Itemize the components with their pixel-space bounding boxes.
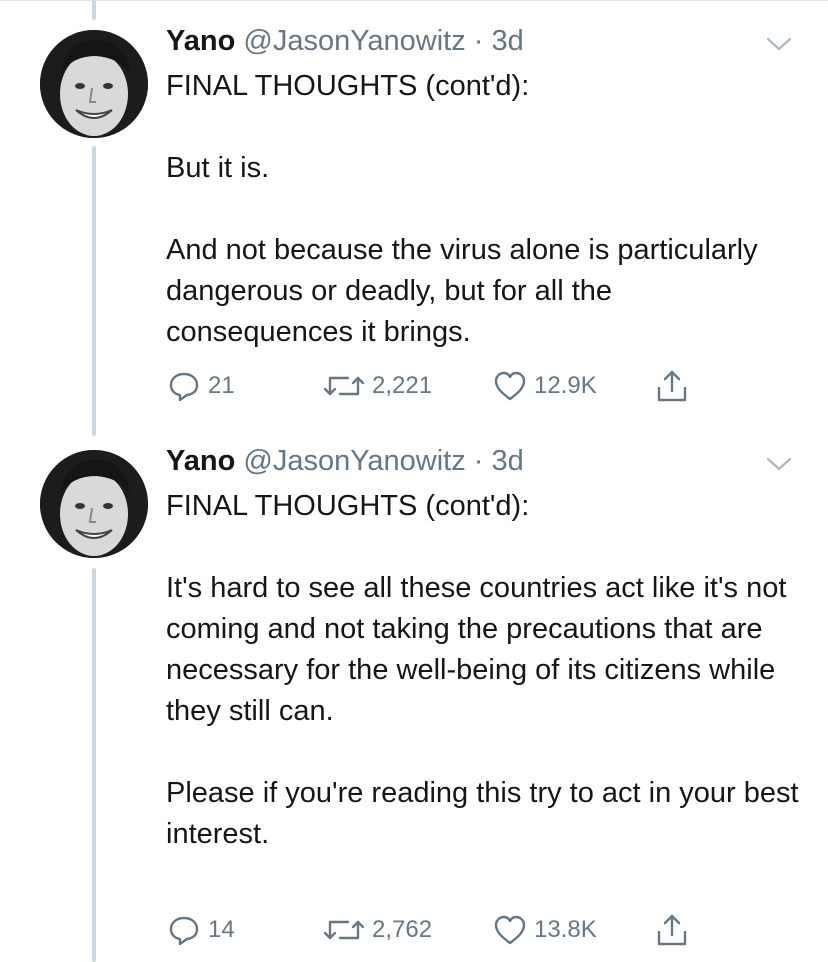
retweet-button[interactable]: 2,762 bbox=[322, 910, 432, 950]
tweet-actions: 21 2,221 12.9K bbox=[166, 366, 726, 406]
reply-count: 14 bbox=[208, 916, 235, 943]
chevron-down-icon[interactable] bbox=[766, 36, 792, 52]
author-handle[interactable]: @JasonYanowitz bbox=[243, 25, 465, 57]
share-icon bbox=[657, 370, 687, 402]
share-button[interactable] bbox=[654, 910, 696, 950]
timestamp[interactable]: 3d bbox=[492, 25, 524, 57]
avatar[interactable] bbox=[40, 450, 148, 558]
retweet-count: 2,221 bbox=[372, 372, 433, 399]
timestamp[interactable]: 3d bbox=[492, 445, 524, 477]
tweet[interactable]: Yano @JasonYanowitz · 3d FINAL THOUGHTS … bbox=[0, 0, 828, 436]
tweet[interactable]: Yano @JasonYanowitz · 3d FINAL THOUGHTS … bbox=[0, 436, 828, 962]
tweet-line: FINAL THOUGHTS (cont'd): bbox=[166, 490, 530, 522]
heart-icon bbox=[494, 915, 526, 945]
tweet-header: Yano @JasonYanowitz · 3d bbox=[166, 443, 524, 479]
retweet-button[interactable]: 2,221 bbox=[322, 366, 432, 406]
reply-button[interactable]: 14 bbox=[166, 910, 235, 950]
avatar[interactable] bbox=[40, 30, 148, 138]
separator-dot: · bbox=[473, 25, 484, 57]
reply-count: 21 bbox=[208, 372, 235, 399]
chevron-down-icon[interactable] bbox=[766, 456, 792, 472]
like-button[interactable]: 12.9K bbox=[492, 366, 597, 406]
reply-button[interactable]: 21 bbox=[166, 366, 235, 406]
tweet-text: FINAL THOUGHTS (cont'd): But it is. And … bbox=[166, 66, 806, 353]
reply-icon bbox=[169, 372, 199, 402]
retweet-icon bbox=[323, 376, 365, 396]
retweet-icon bbox=[323, 920, 365, 940]
tweet-header: Yano @JasonYanowitz · 3d bbox=[166, 23, 524, 59]
like-count: 13.8K bbox=[534, 916, 597, 943]
tweet-line: FINAL THOUGHTS (cont'd): bbox=[166, 70, 530, 102]
reply-icon bbox=[169, 916, 199, 946]
share-icon bbox=[657, 914, 687, 946]
tweet-text: FINAL THOUGHTS (cont'd): It's hard to se… bbox=[166, 486, 806, 855]
tweet-actions: 14 2,762 13.8K bbox=[166, 910, 726, 950]
heart-icon bbox=[494, 371, 526, 401]
author-handle[interactable]: @JasonYanowitz bbox=[243, 445, 465, 477]
share-button[interactable] bbox=[654, 366, 696, 406]
like-button[interactable]: 13.8K bbox=[492, 910, 597, 950]
author-name[interactable]: Yano bbox=[166, 25, 235, 57]
retweet-count: 2,762 bbox=[372, 916, 433, 943]
tweet-line: And not because the virus alone is parti… bbox=[166, 234, 758, 348]
tweet-line: It's hard to see all these countries act… bbox=[166, 572, 787, 727]
tweet-line: Please if you're reading this try to act… bbox=[166, 777, 799, 850]
like-count: 12.9K bbox=[534, 372, 597, 399]
separator-dot: · bbox=[473, 445, 484, 477]
author-name[interactable]: Yano bbox=[166, 445, 235, 477]
tweet-line: But it is. bbox=[166, 152, 270, 184]
